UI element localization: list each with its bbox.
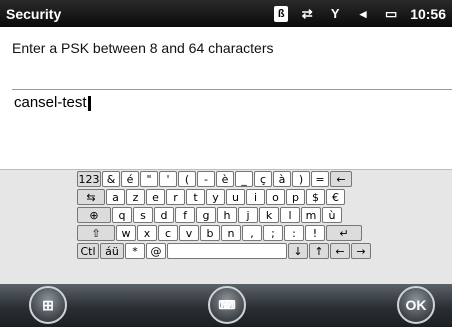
- key-caps-lock[interactable]: ⊕: [77, 207, 111, 223]
- key-c[interactable]: c: [158, 225, 178, 241]
- key-enter[interactable]: ↵: [326, 225, 362, 241]
- key-i[interactable]: i: [246, 189, 265, 205]
- key-asterisk[interactable]: *: [125, 243, 145, 259]
- key-x[interactable]: x: [137, 225, 157, 241]
- key-b[interactable]: b: [200, 225, 220, 241]
- key-t[interactable]: t: [186, 189, 205, 205]
- key-k[interactable]: k: [259, 207, 279, 223]
- bluetooth-icon[interactable]: ß: [274, 5, 289, 22]
- key-dollar[interactable]: $: [306, 189, 325, 205]
- key-u-grave[interactable]: ù: [322, 207, 342, 223]
- key-f[interactable]: f: [175, 207, 195, 223]
- soft-keyboard: 123 & é " ' ( - è _ ç à ) = ← ⇆ a z e r …: [77, 171, 392, 261]
- key-arrow-down[interactable]: ↓: [288, 243, 308, 259]
- key-space[interactable]: [167, 243, 287, 259]
- status-bar: Security ß ⇄ Y ◂ ▭ 10:56: [0, 0, 452, 27]
- key-h[interactable]: h: [217, 207, 237, 223]
- key-comma[interactable]: ,: [242, 225, 262, 241]
- text-caret: [87, 95, 91, 111]
- key-semicolon[interactable]: ;: [263, 225, 283, 241]
- window-title: Security: [6, 5, 62, 22]
- key-tab[interactable]: ⇆: [77, 189, 105, 205]
- psk-input[interactable]: cansel-test: [12, 89, 452, 112]
- windows-flag-icon: ⊞: [42, 296, 54, 313]
- key-d[interactable]: d: [154, 207, 174, 223]
- key-e-grave[interactable]: è: [216, 171, 234, 187]
- taskbar: ⊞ ⌨ OK: [0, 284, 452, 327]
- key-n[interactable]: n: [221, 225, 241, 241]
- key-exclamation[interactable]: !: [305, 225, 325, 241]
- key-ctrl[interactable]: Ctl: [77, 243, 99, 259]
- keyboard-toggle-button[interactable]: ⌨: [208, 286, 246, 324]
- key-a-grave[interactable]: à: [273, 171, 291, 187]
- key-y[interactable]: y: [206, 189, 225, 205]
- key-apostrophe[interactable]: ': [159, 171, 177, 187]
- clock[interactable]: 10:56: [410, 6, 446, 22]
- key-backspace[interactable]: ←: [330, 171, 352, 187]
- battery-icon[interactable]: ▭: [382, 6, 400, 22]
- key-underscore[interactable]: _: [235, 171, 253, 187]
- speaker-icon[interactable]: ◂: [354, 6, 372, 22]
- key-equals[interactable]: =: [311, 171, 329, 187]
- key-a[interactable]: a: [106, 189, 125, 205]
- status-icons: ß ⇄ Y ◂ ▭ 10:56: [274, 5, 446, 22]
- key-u[interactable]: u: [226, 189, 245, 205]
- keyboard-row-1: 123 & é " ' ( - è _ ç à ) = ←: [77, 171, 392, 188]
- signal-off-icon[interactable]: Y: [326, 6, 344, 22]
- data-sync-icon[interactable]: ⇄: [298, 6, 316, 22]
- key-euro[interactable]: €: [326, 189, 345, 205]
- start-button[interactable]: ⊞: [29, 286, 67, 324]
- key-e-acute[interactable]: é: [121, 171, 139, 187]
- key-p[interactable]: p: [286, 189, 305, 205]
- key-s[interactable]: s: [133, 207, 153, 223]
- key-v[interactable]: v: [179, 225, 199, 241]
- keyboard-row-2: ⇆ a z e r t y u i o p $ €: [77, 189, 392, 206]
- psk-input-value: cansel-test: [14, 94, 87, 111]
- soft-keyboard-panel: 123 & é " ' ( - è _ ç à ) = ← ⇆ a z e r …: [0, 169, 452, 285]
- key-r[interactable]: r: [166, 189, 185, 205]
- key-hyphen[interactable]: -: [197, 171, 215, 187]
- ok-label: OK: [405, 297, 427, 313]
- keyboard-icon: ⌨: [218, 298, 236, 312]
- key-colon[interactable]: :: [284, 225, 304, 241]
- key-shift[interactable]: ⇧: [77, 225, 115, 241]
- key-accents[interactable]: áü: [100, 243, 124, 259]
- key-double-quote[interactable]: ": [140, 171, 158, 187]
- key-e[interactable]: e: [146, 189, 165, 205]
- key-z[interactable]: z: [126, 189, 145, 205]
- key-right-paren[interactable]: ): [292, 171, 310, 187]
- key-l[interactable]: l: [280, 207, 300, 223]
- key-q[interactable]: q: [112, 207, 132, 223]
- key-arrow-up[interactable]: ↑: [309, 243, 329, 259]
- key-arrow-left[interactable]: ←: [330, 243, 350, 259]
- key-c-cedilla[interactable]: ç: [254, 171, 272, 187]
- keyboard-row-3: ⊕ q s d f g h j k l m ù: [77, 207, 392, 224]
- key-ampersand[interactable]: &: [102, 171, 120, 187]
- key-m[interactable]: m: [301, 207, 321, 223]
- psk-prompt: Enter a PSK between 8 and 64 characters: [12, 40, 274, 56]
- key-j[interactable]: j: [238, 207, 258, 223]
- key-123[interactable]: 123: [77, 171, 101, 187]
- key-left-paren[interactable]: (: [178, 171, 196, 187]
- ok-button[interactable]: OK: [397, 286, 435, 324]
- key-at[interactable]: @: [146, 243, 166, 259]
- key-w[interactable]: w: [116, 225, 136, 241]
- keyboard-row-4: ⇧ w x c v b n , ; : ! ↵: [77, 225, 392, 242]
- keyboard-row-5: Ctl áü * @ ↓ ↑ ← →: [77, 243, 392, 260]
- key-arrow-right[interactable]: →: [351, 243, 371, 259]
- key-g[interactable]: g: [196, 207, 216, 223]
- key-o[interactable]: o: [266, 189, 285, 205]
